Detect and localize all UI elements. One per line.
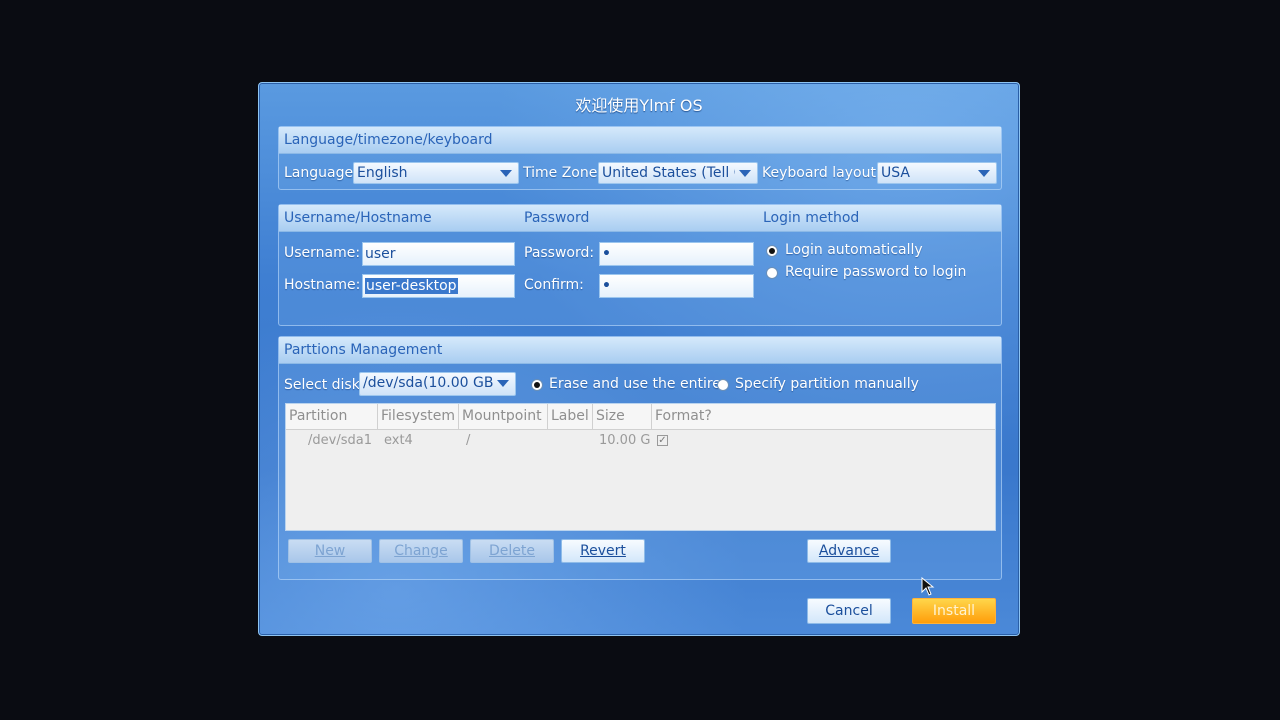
confirm-input[interactable]: •: [599, 274, 754, 298]
locale-header-label: Language/timezone/keyboard: [284, 132, 493, 148]
locale-section-header: Language/timezone/keyboard: [279, 127, 1001, 154]
timezone-select-value: United States (Tell C: [602, 165, 735, 181]
chevron-down-icon: [500, 170, 512, 177]
cell-size: 10.00 G: [599, 433, 651, 448]
disk-select[interactable]: /dev/sda(10.00 GB): [359, 372, 516, 396]
timezone-label: Time Zone:: [523, 165, 603, 181]
cell-partition: /dev/sda1: [308, 433, 372, 448]
advance-button-label: Advance: [818, 543, 880, 559]
password-input[interactable]: •: [599, 242, 754, 266]
delete-partition-button[interactable]: Delete: [470, 539, 554, 563]
language-label: Language:: [284, 165, 358, 181]
hostname-input[interactable]: user-desktop: [362, 274, 515, 298]
new-partition-button[interactable]: New: [288, 539, 372, 563]
partitions-section: Parttions Management Select disk: /dev/s…: [278, 336, 1002, 580]
username-input[interactable]: user: [362, 242, 515, 266]
revert-button-label: Revert: [580, 543, 626, 559]
keyboard-select[interactable]: USA: [877, 162, 997, 184]
dialog-title: 欢迎使用Ylmf OS: [575, 96, 703, 115]
revert-button[interactable]: Revert: [561, 539, 645, 563]
mouse-cursor-icon: [921, 577, 935, 596]
hostname-selected-text: user-desktop: [365, 278, 458, 294]
manual-partition-radio[interactable]: [717, 379, 729, 391]
change-partition-button[interactable]: Change: [379, 539, 463, 563]
delete-button-label: Delete: [489, 543, 535, 559]
username-label: Username:: [284, 245, 361, 261]
cancel-button[interactable]: Cancel: [807, 598, 891, 624]
manual-partition-label[interactable]: Specify partition manually: [735, 376, 919, 392]
login-password-label[interactable]: Require password to login: [785, 264, 966, 280]
partition-table-header: Partition Filesystem Mountpoint Label Si…: [286, 404, 995, 430]
chevron-down-icon: [497, 380, 509, 387]
change-button-label: Change: [394, 543, 448, 559]
locale-section: Language/timezone/keyboard Language: Eng…: [278, 126, 1002, 190]
table-row[interactable]: /dev/sda1 ext4 / 10.00 G ✓: [286, 430, 995, 452]
timezone-select[interactable]: United States (Tell C: [598, 162, 758, 184]
install-button[interactable]: Install: [912, 598, 996, 624]
column-mountpoint[interactable]: Mountpoint: [459, 404, 548, 429]
select-disk-label: Select disk:: [284, 377, 365, 393]
chevron-down-icon: [978, 170, 990, 177]
format-checkbox[interactable]: ✓: [657, 435, 668, 446]
partition-table[interactable]: Partition Filesystem Mountpoint Label Si…: [285, 403, 996, 531]
cell-filesystem: ext4: [384, 433, 413, 448]
login-password-radio[interactable]: [766, 267, 778, 279]
erase-disk-radio[interactable]: [531, 379, 543, 391]
account-section: Username/Hostname Password Login method …: [278, 204, 1002, 326]
cell-mountpoint: /: [466, 433, 471, 448]
partitions-header-label: Parttions Management: [284, 342, 443, 358]
language-select-value: English: [357, 165, 408, 181]
new-button-label: New: [314, 543, 346, 559]
login-auto-radio[interactable]: [766, 245, 778, 257]
account-section-header: Username/Hostname Password Login method: [279, 205, 1001, 232]
hostname-label: Hostname:: [284, 277, 361, 293]
password-label: Password:: [524, 245, 595, 261]
keyboard-select-value: USA: [881, 165, 910, 181]
installer-dialog: 欢迎使用Ylmf OS Language/timezone/keyboard L…: [258, 82, 1020, 636]
login-method-header: Login method: [763, 210, 860, 226]
username-header: Username/Hostname: [284, 210, 432, 226]
partitions-section-header: Parttions Management: [279, 337, 1001, 364]
erase-disk-label[interactable]: Erase and use the entire: [549, 376, 721, 392]
column-partition[interactable]: Partition: [286, 404, 378, 429]
confirm-label: Confirm:: [524, 277, 584, 293]
column-format[interactable]: Format?: [652, 404, 995, 429]
password-header: Password: [524, 210, 590, 226]
keyboard-label: Keyboard layout:: [762, 165, 881, 181]
language-select[interactable]: English: [353, 162, 519, 184]
column-label[interactable]: Label: [548, 404, 593, 429]
chevron-down-icon: [739, 170, 751, 177]
column-size[interactable]: Size: [593, 404, 652, 429]
column-filesystem[interactable]: Filesystem: [378, 404, 459, 429]
disk-select-value: /dev/sda(10.00 GB): [363, 375, 493, 391]
login-auto-label[interactable]: Login automatically: [785, 242, 923, 258]
advance-button[interactable]: Advance: [807, 539, 891, 563]
